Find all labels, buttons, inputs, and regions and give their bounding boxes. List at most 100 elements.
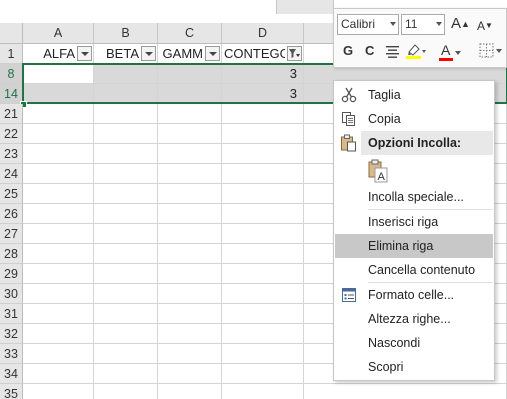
menu-item-nascondi[interactable]: Nascondi [335, 331, 493, 355]
cell-b32[interactable] [94, 324, 158, 344]
cell-c26[interactable] [158, 204, 222, 224]
cell-d32[interactable] [222, 324, 304, 344]
cell-c25[interactable] [158, 184, 222, 204]
cell-c34[interactable] [158, 364, 222, 384]
header-cell-conteggio[interactable]: CONTEGG [222, 44, 304, 64]
cell-a35[interactable] [23, 384, 94, 399]
filter-active-button[interactable] [287, 46, 302, 61]
cell-a22[interactable] [23, 124, 94, 144]
cell-d30[interactable] [222, 284, 304, 304]
row-header-34[interactable]: 34 [0, 364, 23, 384]
cell-b22[interactable] [94, 124, 158, 144]
cell-a32[interactable] [23, 324, 94, 344]
cell-b30[interactable] [94, 284, 158, 304]
header-cell-beta[interactable]: BETA [94, 44, 158, 64]
cell-b23[interactable] [94, 144, 158, 164]
menu-item-inserisci-riga[interactable]: Inserisci riga [335, 210, 493, 234]
row-header-22[interactable]: 22 [0, 124, 23, 144]
cell-a27[interactable] [23, 224, 94, 244]
row-header-28[interactable]: 28 [0, 244, 23, 264]
row-header-33[interactable]: 33 [0, 344, 23, 364]
filter-dropdown-button[interactable] [205, 46, 220, 61]
cell-a23[interactable] [23, 144, 94, 164]
cell-a24[interactable] [23, 164, 94, 184]
cell-c22[interactable] [158, 124, 222, 144]
row-header-1[interactable]: 1 [0, 44, 23, 64]
cell-c29[interactable] [158, 264, 222, 284]
cell-a28[interactable] [23, 244, 94, 264]
cell-a25[interactable] [23, 184, 94, 204]
row-header-25[interactable]: 25 [0, 184, 23, 204]
cell-c33[interactable] [158, 344, 222, 364]
filter-dropdown-button[interactable] [77, 46, 92, 61]
column-header-d[interactable]: D [222, 23, 304, 44]
cell-c23[interactable] [158, 144, 222, 164]
menu-item-elimina-riga[interactable]: Elimina riga [335, 234, 493, 258]
menu-item-altezza-righe[interactable]: Altezza righe... [335, 307, 493, 331]
cell-d27[interactable] [222, 224, 304, 244]
cell-c31[interactable] [158, 304, 222, 324]
cell-a21[interactable] [23, 104, 94, 124]
chevron-down-icon[interactable] [455, 50, 461, 56]
menu-item-copia[interactable]: Copia [335, 107, 493, 131]
cell-b24[interactable] [94, 164, 158, 184]
cell-d25[interactable] [222, 184, 304, 204]
cell-d31[interactable] [222, 304, 304, 324]
font-size-combo[interactable]: 11 [401, 14, 445, 35]
header-cell-alfa[interactable]: ALFA [23, 44, 94, 64]
header-cell-gamma[interactable]: GAMM [158, 44, 222, 64]
cell-b34[interactable] [94, 364, 158, 384]
cell-b21[interactable] [94, 104, 158, 124]
cell-d26[interactable] [222, 204, 304, 224]
cell-a31[interactable] [23, 304, 94, 324]
cell-c35[interactable] [158, 384, 222, 399]
cell-c28[interactable] [158, 244, 222, 264]
menu-item-scopri[interactable]: Scopri [335, 355, 493, 379]
italic-button[interactable]: C [365, 43, 374, 59]
cell-c24[interactable] [158, 164, 222, 184]
row-header-23[interactable]: 23 [0, 144, 23, 164]
menu-item-cancella-contenuto[interactable]: Cancella contenuto [335, 258, 493, 282]
row-header-24[interactable]: 24 [0, 164, 23, 184]
shrink-font-button[interactable]: A▼ [477, 18, 493, 34]
row-header-35[interactable]: 35 [0, 384, 23, 399]
cell-a29[interactable] [23, 264, 94, 284]
cell-d34[interactable] [222, 364, 304, 384]
cell-d21[interactable] [222, 104, 304, 124]
cell-d33[interactable] [222, 344, 304, 364]
highlight-color-icon[interactable] [405, 42, 427, 60]
cell-c21[interactable] [158, 104, 222, 124]
bold-button[interactable]: G [343, 43, 353, 59]
row-header-27[interactable]: 27 [0, 224, 23, 244]
cell-b29[interactable] [94, 264, 158, 284]
cell-a33[interactable] [23, 344, 94, 364]
row-header-29[interactable]: 29 [0, 264, 23, 284]
cell-b33[interactable] [94, 344, 158, 364]
cell-b27[interactable] [94, 224, 158, 244]
cell-d29[interactable] [222, 264, 304, 284]
filter-dropdown-button[interactable] [141, 46, 156, 61]
paste-values-option[interactable]: A [335, 157, 493, 187]
cell-c32[interactable] [158, 324, 222, 344]
cell-b28[interactable] [94, 244, 158, 264]
cell-a26[interactable] [23, 204, 94, 224]
menu-item-incolla-speciale[interactable]: Incolla speciale... [335, 185, 493, 209]
cell-d35[interactable] [222, 384, 304, 399]
row-header-26[interactable]: 26 [0, 204, 23, 224]
font-color-button[interactable]: A [441, 42, 450, 58]
column-header-a[interactable]: A [23, 23, 94, 44]
column-header-b[interactable]: B [94, 23, 158, 44]
row-header-31[interactable]: 31 [0, 304, 23, 324]
cell-b25[interactable] [94, 184, 158, 204]
row-header-32[interactable]: 32 [0, 324, 23, 344]
select-all-corner[interactable] [0, 23, 23, 44]
cell-a30[interactable] [23, 284, 94, 304]
cell-d22[interactable] [222, 124, 304, 144]
align-center-icon[interactable] [385, 45, 400, 59]
row-header-30[interactable]: 30 [0, 284, 23, 304]
borders-icon[interactable] [479, 43, 503, 59]
cell-b26[interactable] [94, 204, 158, 224]
cell-d23[interactable] [222, 144, 304, 164]
cell-b31[interactable] [94, 304, 158, 324]
cell-b35[interactable] [94, 384, 158, 399]
